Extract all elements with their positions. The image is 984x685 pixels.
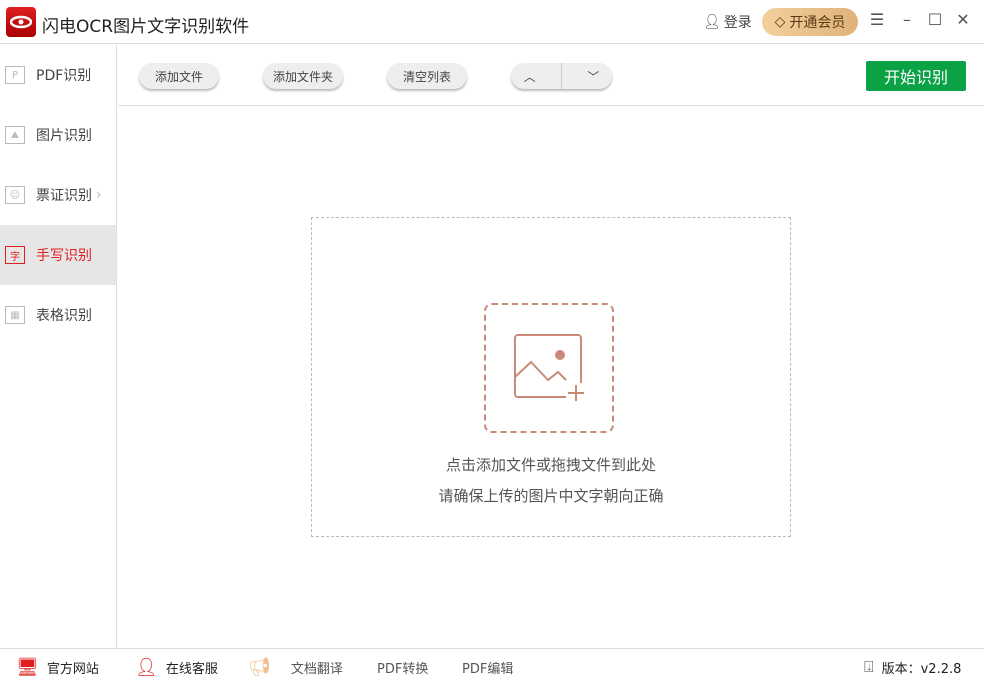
minimize-button[interactable]: – bbox=[897, 10, 917, 32]
image-icon: ⛰ bbox=[5, 126, 25, 144]
login-button[interactable]: 👤︎ 登录 bbox=[703, 12, 752, 32]
clear-list-button[interactable]: 清空列表 bbox=[387, 63, 467, 89]
maximize-button[interactable]: ☐ bbox=[925, 10, 945, 32]
translate-link[interactable]: 📢︎ 文档翻译 bbox=[248, 657, 343, 678]
close-button[interactable]: ✕ bbox=[953, 10, 973, 32]
drop-hint: 点击添加文件或拖拽文件到此处 bbox=[445, 456, 656, 474]
add-image-icon bbox=[484, 303, 614, 433]
chevron-right-icon: › bbox=[96, 187, 102, 203]
add-file-button[interactable]: 添加文件 bbox=[139, 63, 219, 89]
sidebar-item-ticket[interactable]: ☺ 票证识别 › bbox=[0, 165, 116, 225]
footer: 🖥︎ 官方网站 👤︎ 在线客服 📢︎ 文档翻译 PDF转换 PDF编辑 ⍗ 版本：v2.… bbox=[0, 648, 984, 685]
app-logo-icon bbox=[6, 7, 36, 37]
download-icon: ⍗ bbox=[864, 657, 874, 676]
user-icon: 👤︎ bbox=[703, 14, 721, 30]
drop-zone[interactable]: 点击添加文件或拖拽文件到此处 请确保上传的图片中文字朝向正确 bbox=[311, 217, 791, 537]
move-down-button[interactable]: ﹀ bbox=[587, 68, 599, 85]
pdf-convert-link[interactable]: PDF转换 bbox=[377, 658, 428, 677]
order-buttons: ︿ ﹀ bbox=[511, 63, 612, 89]
sidebar-item-pdf[interactable]: P PDF识别 bbox=[0, 45, 116, 105]
id-card-icon: ☺ bbox=[5, 186, 25, 204]
app-title: 闪电OCR图片文字识别软件 bbox=[42, 17, 250, 37]
monitor-icon: 🖥︎ bbox=[16, 656, 39, 678]
official-site-link[interactable]: 🖥︎ 官方网站 bbox=[16, 657, 99, 678]
table-icon: ▦ bbox=[5, 306, 25, 324]
vip-button[interactable]: ◇ 开通会员 bbox=[762, 8, 858, 36]
version-info[interactable]: ⍗ 版本：v2.2.8 bbox=[864, 657, 961, 677]
menu-icon[interactable]: ☰ bbox=[867, 10, 887, 32]
megaphone-icon: 📢︎ bbox=[248, 656, 271, 678]
sidebar-item-table[interactable]: ▦ 表格识别 bbox=[0, 285, 116, 345]
add-folder-button[interactable]: 添加文件夹 bbox=[263, 63, 343, 89]
pdf-edit-link[interactable]: PDF编辑 bbox=[462, 658, 513, 677]
sidebar-item-image[interactable]: ⛰ 图片识别 bbox=[0, 105, 116, 165]
toolbar: 添加文件 添加文件夹 清空列表 ︿ ﹀ 开始识别 bbox=[118, 45, 984, 106]
online-service-link[interactable]: 👤︎ 在线客服 bbox=[135, 657, 218, 678]
sidebar: P PDF识别 ⛰ 图片识别 ☺ 票证识别 › 字手写识别 ▦ 表格识别 bbox=[0, 45, 117, 648]
handwriting-icon: 字 bbox=[5, 246, 25, 264]
title-bar: 闪电OCR图片文字识别软件 👤︎ 登录 ◇ 开通会员 ☰ – ☐ ✕ bbox=[0, 0, 984, 44]
drop-note: 请确保上传的图片中文字朝向正确 bbox=[438, 487, 664, 505]
start-recognition-button[interactable]: 开始识别 bbox=[866, 61, 966, 91]
sidebar-item-handwriting[interactable]: 字手写识别 bbox=[0, 225, 116, 285]
user-service-icon: 👤︎ bbox=[135, 656, 158, 678]
diamond-icon: ◇ bbox=[774, 14, 786, 30]
pdf-icon: P bbox=[5, 66, 25, 84]
move-up-button[interactable]: ︿ bbox=[524, 68, 536, 85]
